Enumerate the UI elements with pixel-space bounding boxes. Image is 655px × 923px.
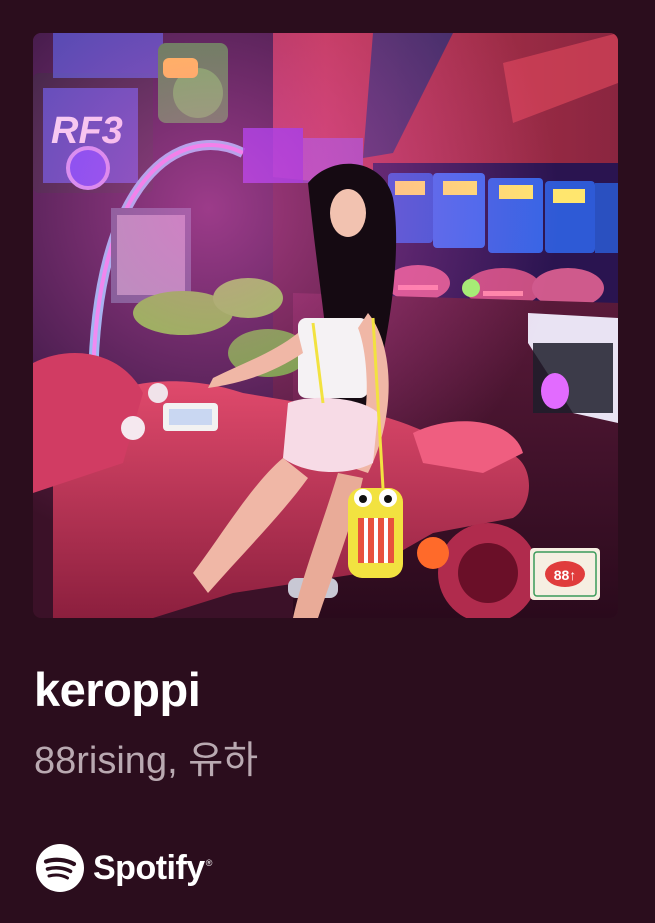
album-cover-image: RF3 bbox=[33, 33, 618, 618]
spotify-logo-icon bbox=[36, 844, 84, 892]
spotify-name: Spotify bbox=[93, 848, 205, 887]
spotify-wordmark: Spotify® bbox=[93, 849, 212, 888]
share-card: RF3 bbox=[0, 0, 655, 923]
sticker-text: 88↑ bbox=[554, 567, 577, 583]
spotify-brand[interactable]: Spotify® bbox=[35, 843, 212, 893]
artist-names[interactable]: 88rising, 유하 bbox=[34, 735, 258, 787]
registered-mark: ® bbox=[205, 858, 213, 869]
88rising-sticker: 88↑ bbox=[530, 548, 600, 600]
track-title: keroppi bbox=[34, 663, 201, 716]
album-cover[interactable]: RF3 bbox=[33, 33, 618, 618]
